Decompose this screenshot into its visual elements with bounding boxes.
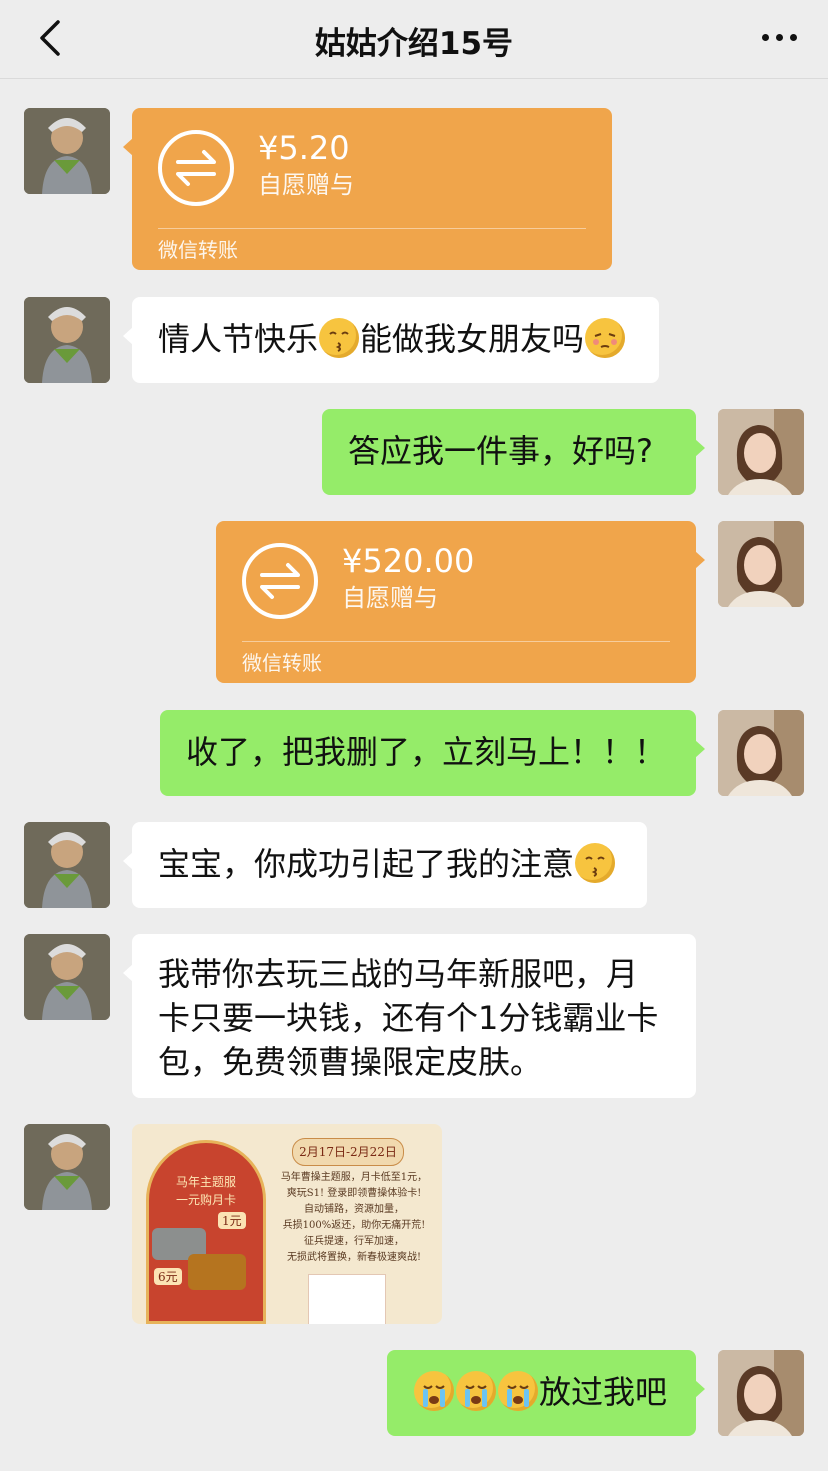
shy-face-emoji-icon — [585, 318, 626, 358]
contact-avatar[interactable] — [24, 822, 110, 908]
ad-date: 2月17日-2月22日 — [292, 1138, 404, 1166]
message-bubble[interactable]: 情人节快乐 能做我女朋友吗 — [123, 297, 659, 383]
message-text: 收了，把我删了，立刻马上！！！ — [186, 733, 667, 771]
my-avatar[interactable] — [718, 521, 804, 607]
contact-avatar[interactable] — [24, 1124, 110, 1210]
my-avatar[interactable] — [718, 1350, 804, 1436]
chat-title: 姑姑介绍15号 — [314, 26, 514, 62]
crying-face-emoji-icon — [414, 1371, 454, 1411]
transfer-desc: 自愿赠与 — [258, 171, 354, 199]
message-text: 能做我女朋友吗 — [360, 320, 585, 358]
chat-header: 姑姑介绍15号 — [0, 0, 828, 79]
message-bubble[interactable]: 答应我一件事，好吗? — [322, 409, 705, 495]
ad-image-message[interactable]: 马年主题服 一元购月卡 1元 6元 2月17日-2月22日 马年曹操主题服，月卡… — [132, 1124, 442, 1324]
ad-text: 马年曹操主题服，月卡低至1元， 爽玩S1! 登录即领曹操体验卡! 自动铺路，资源… — [280, 1172, 428, 1263]
transfer-amount: ¥5.20 — [258, 129, 350, 167]
transfer-icon — [242, 543, 318, 619]
contact-avatar[interactable] — [24, 297, 110, 383]
crying-face-emoji-icon — [456, 1371, 496, 1411]
contact-avatar[interactable] — [24, 934, 110, 1020]
message-bubble[interactable]: 宝宝，你成功引起了我的注意 — [123, 822, 647, 908]
divider — [242, 641, 670, 642]
transfer-amount: ¥520.00 — [342, 542, 475, 580]
message-line: 我带你去玩三战的马年新服吧，月 — [158, 955, 639, 993]
message-text: 放过我吧 — [539, 1373, 668, 1411]
gold-box-image — [188, 1254, 246, 1290]
transfer-desc: 自愿赠与 — [342, 584, 438, 612]
kissing-face-emoji-icon — [575, 843, 616, 883]
transfer-label: 微信转账 — [158, 238, 238, 262]
more-dots-icon — [762, 34, 769, 41]
transfer-label: 微信转账 — [242, 651, 322, 675]
message-bubble[interactable]: 放过我吧 — [387, 1350, 705, 1436]
transfer-icon — [158, 130, 234, 206]
message-text: 答应我一件事，好吗? — [348, 432, 653, 470]
message-text: 情人节快乐 — [158, 320, 319, 358]
price-tag: 1元 — [218, 1212, 246, 1229]
message-bubble[interactable]: 我带你去玩三战的马年新服吧，月 卡只要一块钱，还有个1分钱霸业卡 包，免费领曹操… — [123, 934, 696, 1098]
price-tag: 6元 — [154, 1268, 182, 1285]
message-line: 卡只要一块钱，还有个1分钱霸业卡 — [158, 999, 659, 1037]
contact-avatar[interactable] — [24, 108, 110, 194]
more-button[interactable] — [762, 28, 802, 48]
my-avatar[interactable] — [718, 710, 804, 796]
crying-face-emoji-icon — [498, 1371, 538, 1411]
kissing-face-emoji-icon — [319, 318, 360, 358]
transfer-bubble[interactable]: ¥5.20 自愿赠与 微信转账 — [123, 108, 612, 270]
transfer-bubble[interactable]: ¥520.00 自愿赠与 微信转账 — [216, 521, 705, 683]
ad-blank-panel — [308, 1274, 386, 1324]
my-avatar[interactable] — [718, 409, 804, 495]
message-line: 包，免费领曹操限定皮肤。 — [158, 1043, 543, 1081]
message-bubble[interactable]: 收了，把我删了，立刻马上！！！ — [160, 710, 705, 796]
divider — [158, 228, 586, 229]
message-text: 宝宝，你成功引起了我的注意 — [158, 845, 575, 883]
